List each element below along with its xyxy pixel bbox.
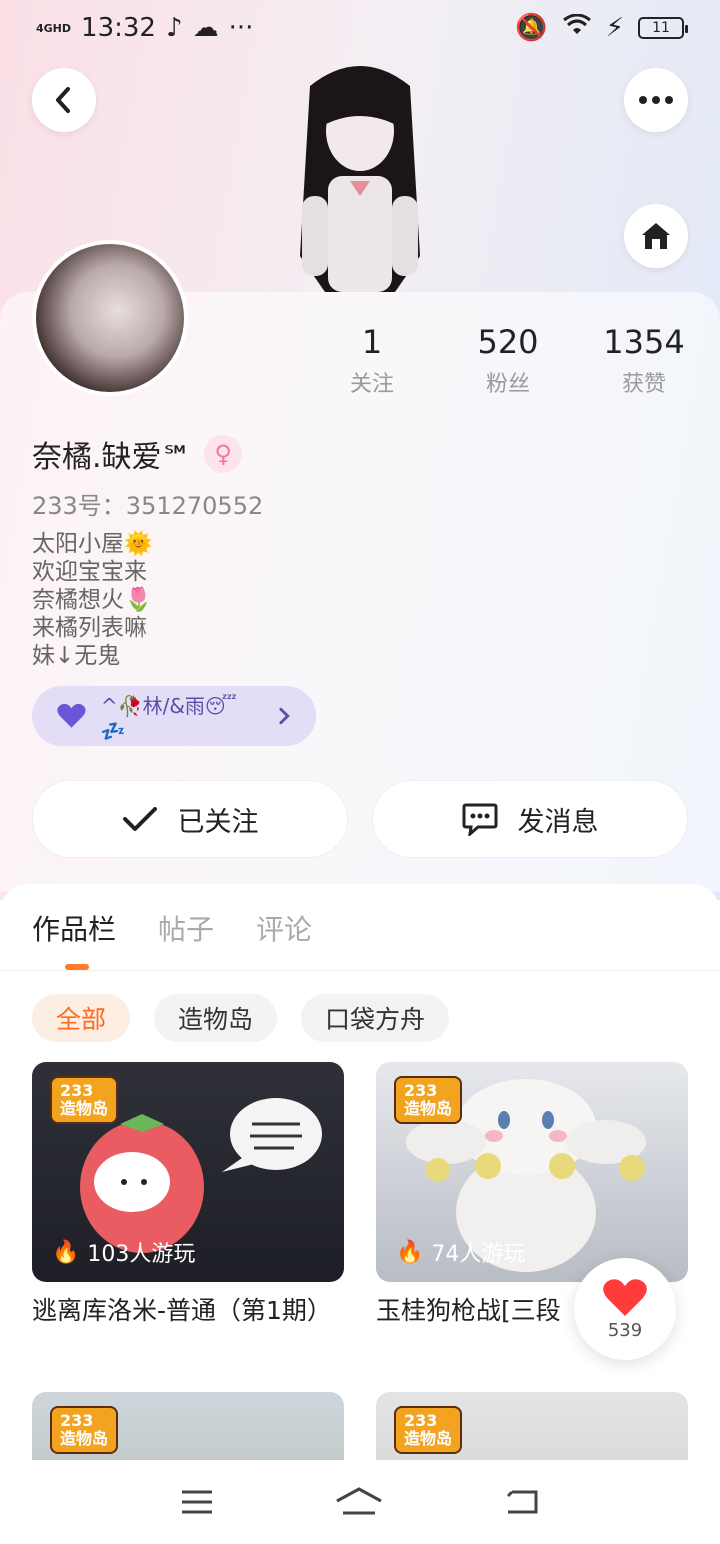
flame-icon: 🔥 bbox=[396, 1239, 424, 1265]
network-indicator: 4GHD bbox=[36, 21, 72, 35]
home-nav-icon[interactable] bbox=[335, 1487, 383, 1517]
chevron-left-icon bbox=[56, 87, 70, 113]
play-count: 🔥 103人游玩 bbox=[52, 1236, 195, 1268]
character-figure-image bbox=[300, 66, 420, 292]
more-options-button[interactable] bbox=[624, 68, 688, 132]
home-icon bbox=[642, 223, 670, 249]
followed-label: 已关注 bbox=[177, 806, 259, 838]
bio-line: 太阳小屋🌞 bbox=[32, 531, 153, 557]
friend-tag-label: ^🥀林/&雨😴💤 bbox=[100, 693, 237, 743]
profile-stats: 1 关注 520 粉丝 1354 获赞 bbox=[304, 322, 712, 398]
filter-all[interactable]: 全部 bbox=[32, 994, 131, 1042]
status-bar: 4GHD 13:32 ♪ ☁ ··· 🔕 ⚡ 11 bbox=[0, 0, 720, 56]
game-thumbnail: 233 造物岛 🔥 103人游玩 bbox=[32, 1062, 344, 1282]
creation-island-badge: 233 造物岛 bbox=[50, 1076, 119, 1124]
creation-island-badge: 233 造物岛 bbox=[394, 1076, 463, 1124]
like-button[interactable]: 539 bbox=[574, 1258, 676, 1360]
followed-button[interactable]: 已关注 bbox=[32, 780, 348, 858]
profile-bio: 太阳小屋🌞 欢迎宝宝来 奈橘想火🌷 来橘列表嘛 妹↓无鬼 bbox=[32, 530, 153, 670]
profile-tabs: 作品栏 帖子 评论 bbox=[32, 908, 312, 948]
friend-tag-button[interactable]: ^🥀林/&雨😴💤 bbox=[32, 686, 316, 746]
mute-icon: 🔕 bbox=[515, 13, 548, 43]
send-message-button[interactable]: 发消息 bbox=[372, 780, 688, 858]
game-title: 逃离库洛米-普通（第1期） bbox=[32, 1296, 332, 1325]
avatar[interactable] bbox=[32, 240, 188, 396]
bio-line: 奈橘想火🌷 bbox=[32, 587, 153, 613]
game-thumbnail: 233 造物岛 bbox=[376, 1392, 688, 1460]
name-row: 奈橘.缺爱℠ ♀ bbox=[32, 432, 243, 476]
more-dots-icon bbox=[639, 96, 673, 104]
like-count: 539 bbox=[607, 1319, 643, 1341]
home-button[interactable] bbox=[624, 204, 688, 268]
battery-icon: 11 bbox=[638, 17, 688, 39]
send-message-label: 发消息 bbox=[517, 806, 599, 838]
profile-uid: 233号：351270552 bbox=[32, 492, 264, 520]
check-icon bbox=[122, 807, 157, 831]
flame-icon: 🔥 bbox=[52, 1239, 80, 1265]
stat-following-label: 关注 bbox=[349, 372, 394, 397]
chevron-right-icon bbox=[279, 707, 291, 725]
stat-fans[interactable]: 520 粉丝 bbox=[440, 322, 576, 398]
battery-level: 11 bbox=[652, 20, 670, 36]
bio-line: 妹↓无鬼 bbox=[32, 643, 121, 669]
stat-likes[interactable]: 1354 获赞 bbox=[576, 322, 712, 398]
stat-following[interactable]: 1 关注 bbox=[304, 322, 440, 398]
game-card[interactable]: 233 造物岛 bbox=[32, 1392, 344, 1460]
tab-comments[interactable]: 评论 bbox=[256, 908, 312, 948]
stat-fans-label: 粉丝 bbox=[485, 372, 530, 397]
back-nav-icon[interactable] bbox=[504, 1488, 540, 1516]
tab-posts[interactable]: 帖子 bbox=[158, 908, 214, 948]
stat-likes-count: 1354 bbox=[603, 323, 685, 361]
filter-pocket-ark[interactable]: 口袋方舟 bbox=[301, 994, 450, 1042]
stat-following-count: 1 bbox=[361, 323, 383, 361]
creation-island-badge: 233 造物岛 bbox=[394, 1406, 463, 1454]
back-button[interactable] bbox=[32, 68, 96, 132]
game-card[interactable]: 233 造物岛 🔥 103人游玩 逃离库洛米-普通（第1期） bbox=[32, 1062, 344, 1328]
game-card[interactable]: 233 造物岛 bbox=[376, 1392, 688, 1460]
filter-chips: 全部 造物岛 口袋方舟 bbox=[32, 994, 450, 1042]
stat-fans-count: 520 bbox=[477, 323, 539, 361]
game-thumbnail: 233 造物岛 🔥 74人游玩 bbox=[376, 1062, 688, 1282]
bio-line: 欢迎宝宝来 bbox=[32, 559, 147, 585]
game-thumbnail: 233 造物岛 bbox=[32, 1392, 344, 1460]
play-count-text: 74人游玩 bbox=[431, 1242, 526, 1267]
tab-works[interactable]: 作品栏 bbox=[32, 908, 116, 948]
filter-creation-island[interactable]: 造物岛 bbox=[154, 994, 278, 1042]
play-count-text: 103人游玩 bbox=[87, 1242, 196, 1267]
chat-bubble-icon bbox=[462, 803, 497, 836]
play-count: 🔥 74人游玩 bbox=[396, 1236, 525, 1268]
status-time: 13:32 bbox=[81, 13, 156, 43]
menu-icon[interactable] bbox=[180, 1489, 214, 1515]
divider bbox=[0, 970, 720, 971]
stat-likes-label: 获赞 bbox=[621, 372, 666, 397]
tiktok-icon: ♪ bbox=[165, 13, 183, 43]
profile-name: 奈橘.缺爱℠ bbox=[32, 440, 193, 475]
cloud-icon: ☁ bbox=[192, 13, 219, 43]
more-notifications-icon: ··· bbox=[228, 13, 254, 43]
charging-icon: ⚡ bbox=[605, 13, 624, 43]
avatar-image bbox=[36, 244, 184, 392]
heart-icon bbox=[603, 1278, 647, 1316]
heart-icon bbox=[57, 703, 86, 728]
bio-line: 来橘列表嘛 bbox=[32, 615, 147, 641]
female-icon: ♀ bbox=[204, 435, 243, 473]
system-nav-bar bbox=[0, 1460, 720, 1544]
wifi-icon bbox=[562, 13, 592, 43]
creation-island-badge: 233 造物岛 bbox=[50, 1406, 119, 1454]
